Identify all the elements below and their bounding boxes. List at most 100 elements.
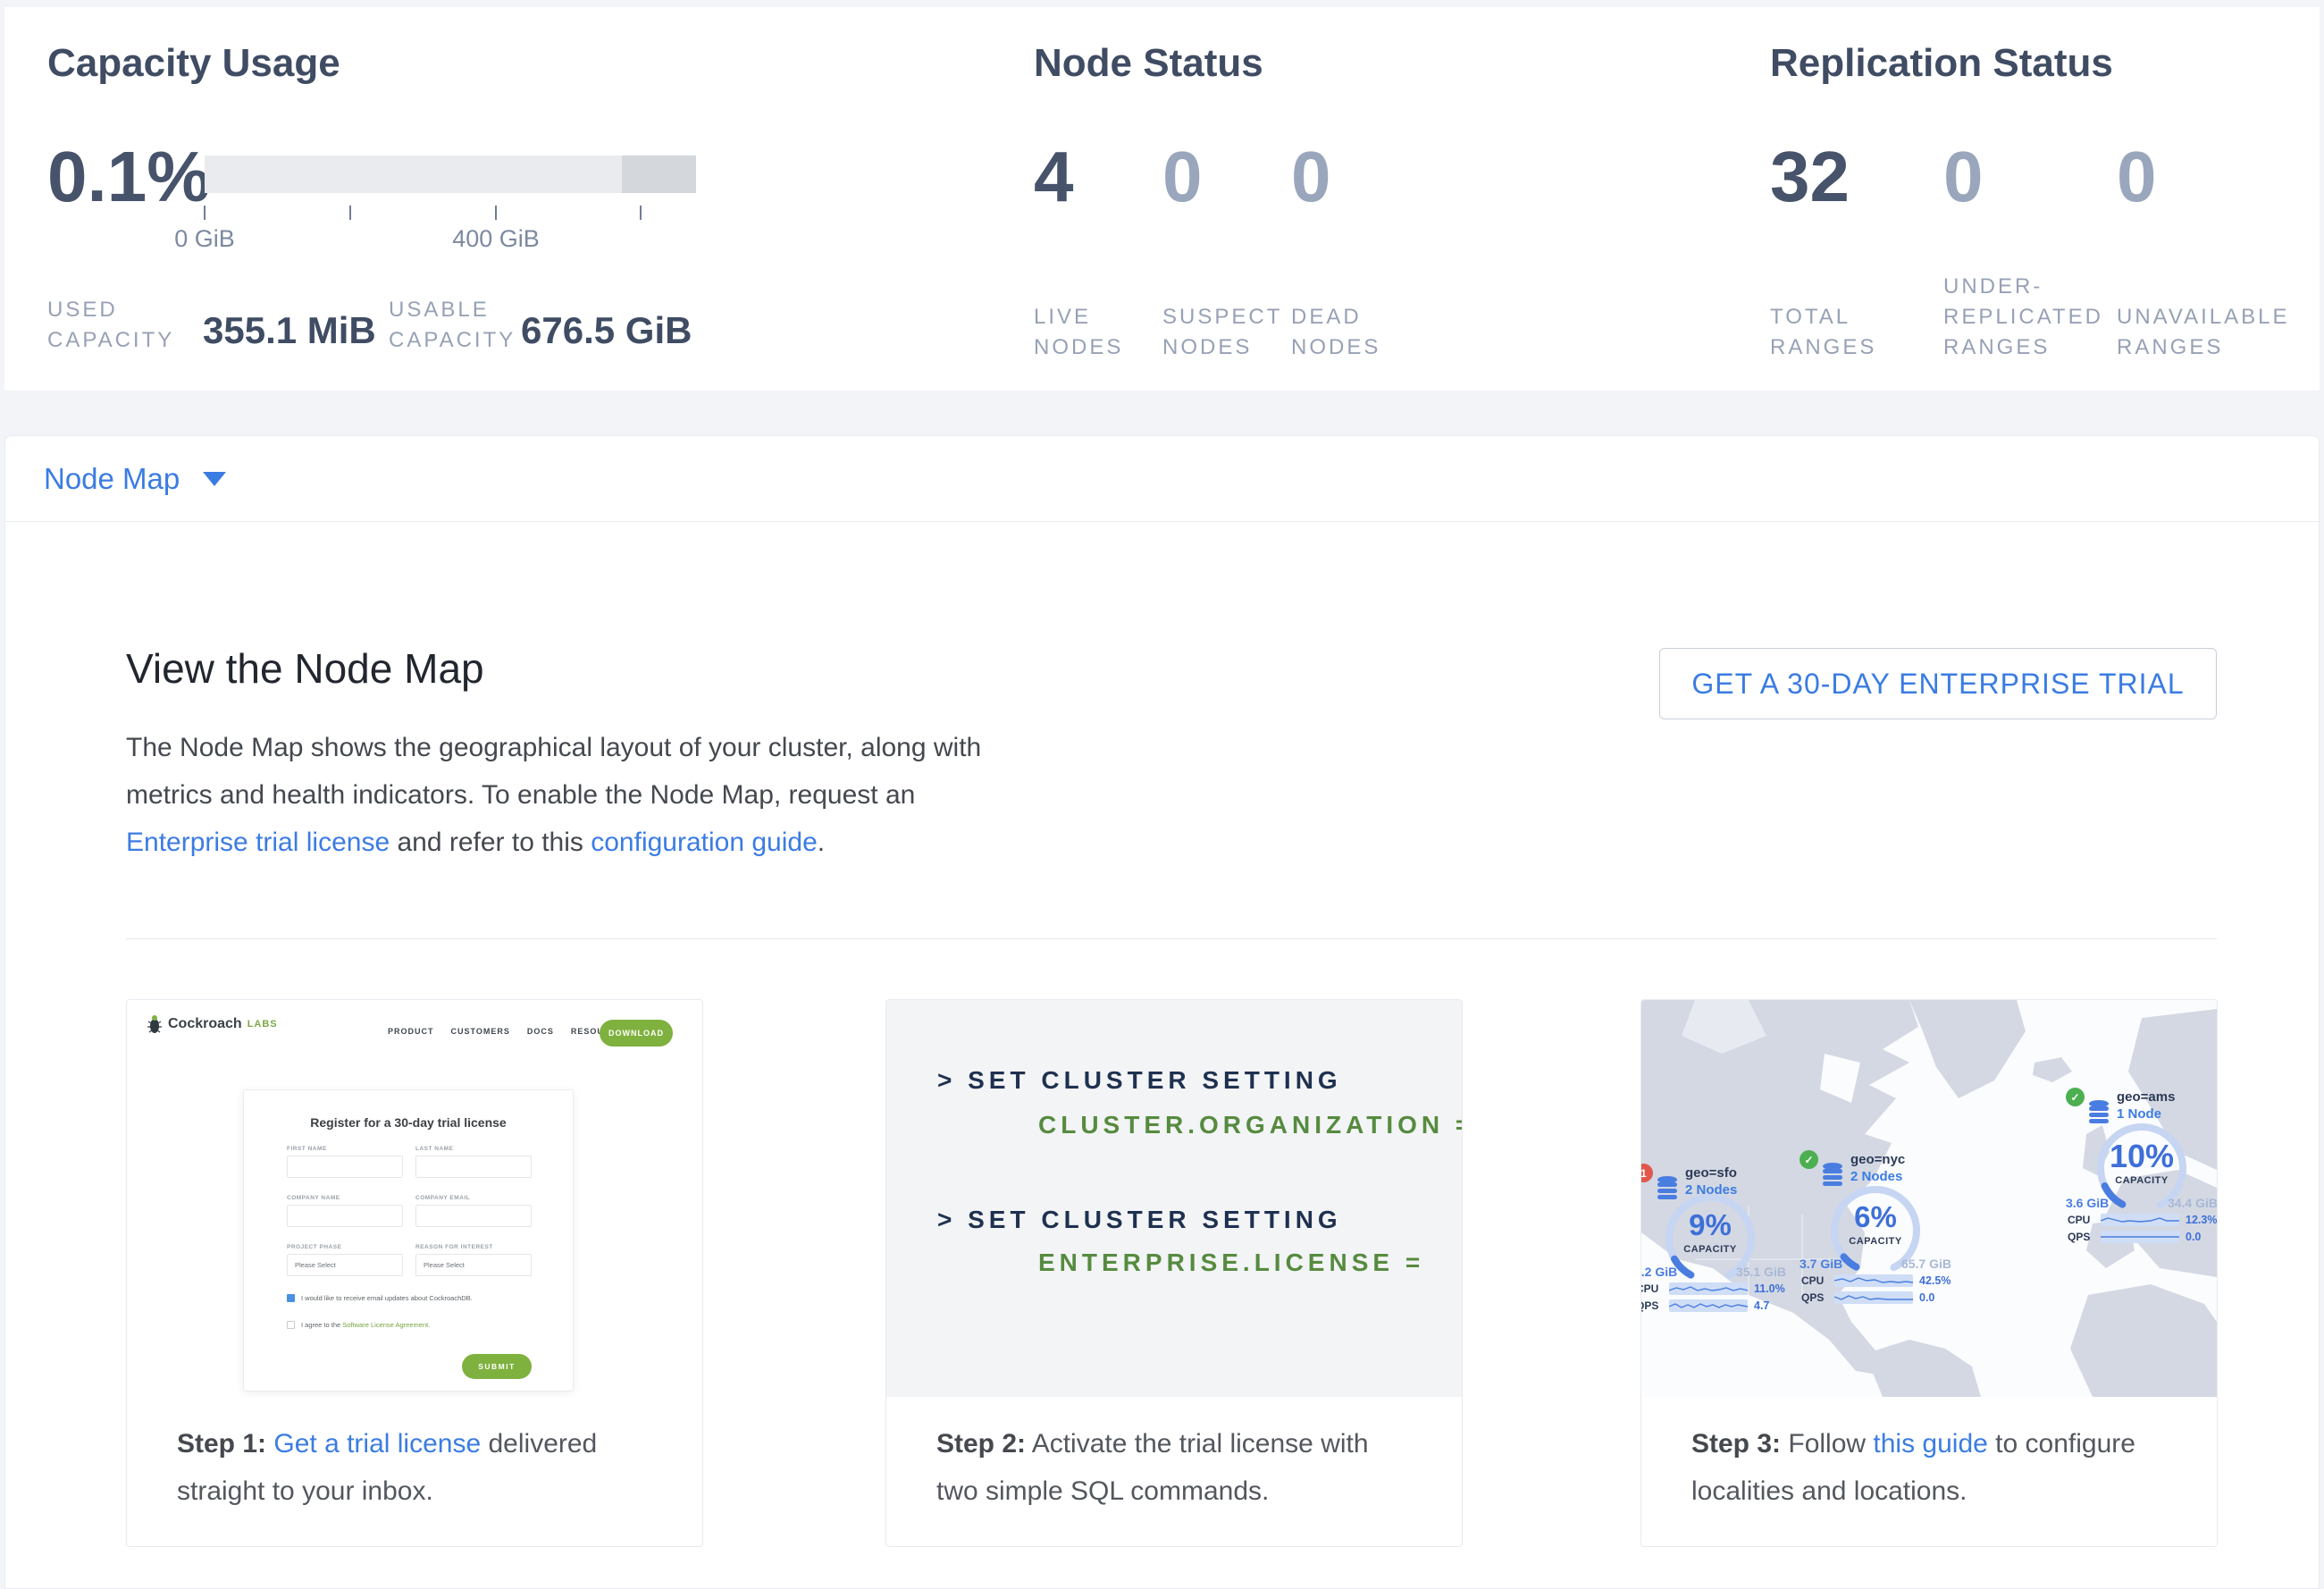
- enterprise-trial-license-link[interactable]: Enterprise trial license: [126, 828, 390, 857]
- step1-prefix: Step 1:: [177, 1429, 266, 1459]
- qps-label: QPS: [2068, 1231, 2094, 1243]
- capacity-caption: CAPACITY: [2093, 1175, 2191, 1186]
- total-ranges-value: 32: [1770, 141, 1904, 213]
- capacity-percent: 10%: [2093, 1138, 2191, 1175]
- brand-suffix: LABS: [248, 1019, 278, 1030]
- step2-prefix: Step 2:: [936, 1429, 1026, 1459]
- configuration-guide-link[interactable]: configuration guide: [591, 828, 818, 857]
- node-map-dropdown[interactable]: Node Map: [44, 462, 226, 496]
- capacity-axis-label-0: 0 GiB: [133, 225, 276, 253]
- healthy-badge: ✓: [1800, 1150, 1818, 1169]
- nav-product[interactable]: PRODUCT: [388, 1027, 434, 1036]
- cpu-value: 42.5%: [1919, 1274, 1951, 1287]
- capacity-axis-label-400: 400 GiB: [424, 225, 567, 253]
- capacity-axis-tick: [349, 206, 351, 220]
- sql-commands-illustration: > SET CLUSTER SETTING CLUSTER.ORGANIZATI…: [886, 1000, 1462, 1397]
- live-nodes-value: 4: [1034, 141, 1152, 213]
- capacity-axis-tick: [204, 206, 206, 220]
- qps-value: 0.0: [1919, 1291, 1934, 1304]
- unavailable-ranges-label: UNAVAILABLE RANGES: [2117, 302, 2282, 363]
- capacity-used: 3.6 GiB: [2066, 1196, 2109, 1210]
- dead-nodes-value: 0: [1291, 141, 1409, 213]
- company-email-label: COMPANY EMAIL: [415, 1195, 532, 1201]
- project-phase-select[interactable]: Please Select: [287, 1254, 403, 1276]
- software-license-agreement-link[interactable]: Software License Agreement.: [342, 1321, 430, 1329]
- healthy-badge: ✓: [2066, 1088, 2085, 1106]
- license-agreement-checkbox-row: I agree to the Software License Agreemen…: [287, 1321, 537, 1329]
- email-updates-checkbox[interactable]: [287, 1294, 295, 1302]
- node-map-illustration: 1 geo=sfo 2 Nodes 9% CAPAC: [1641, 1000, 2217, 1397]
- nav-customers[interactable]: CUSTOMERS: [451, 1027, 510, 1036]
- get-trial-license-link[interactable]: Get a trial license: [273, 1429, 481, 1459]
- qps-sparkline: [1669, 1299, 1748, 1312]
- this-guide-link[interactable]: this guide: [1873, 1429, 1987, 1459]
- reason-for-interest-label: REASON FOR INTEREST: [415, 1244, 532, 1250]
- total-ranges-label: TOTAL RANGES: [1770, 302, 1904, 363]
- form-title: Register for a 30-day trial license: [244, 1115, 573, 1130]
- page-title: View the Node Map: [126, 644, 484, 693]
- company-name-input[interactable]: [287, 1205, 403, 1227]
- view-selector-bar: Node Map: [5, 436, 2319, 522]
- last-name-label: LAST NAME: [415, 1146, 532, 1152]
- company-name-label: COMPANY NAME: [287, 1195, 403, 1201]
- download-button[interactable]: DOWNLOAD: [600, 1020, 673, 1047]
- submit-button[interactable]: SUBMIT: [462, 1354, 532, 1379]
- under-replicated-ranges-label: UNDER-REPLICATED RANGES: [1943, 272, 2109, 363]
- step3-card: 1 geo=sfo 2 Nodes 9% CAPAC: [1640, 999, 2218, 1547]
- replication-status-title: Replication Status: [1770, 41, 2113, 86]
- email-updates-checkbox-row: I would like to receive email updates ab…: [287, 1294, 537, 1302]
- cpu-label: CPU: [2068, 1214, 2094, 1226]
- cpu-value: 11.0%: [1754, 1282, 1785, 1295]
- cpu-value: 12.3%: [2186, 1214, 2217, 1226]
- capacity-axis-tick: [495, 206, 497, 220]
- step3-caption: Step 3: Follow this guide to configure l…: [1641, 1397, 2217, 1546]
- suspect-nodes-label: SUSPECT NODES: [1162, 302, 1288, 363]
- cpu-sparkline: [1834, 1274, 1913, 1287]
- sql-set-cluster-setting-1: > SET CLUSTER SETTING: [937, 1066, 1342, 1095]
- live-nodes-stat: 4 LIVE NODES: [1034, 141, 1152, 363]
- unavailable-ranges-stat: 0 UNAVAILABLE RANGES: [2117, 141, 2282, 363]
- node-map-description: The Node Map shows the geographical layo…: [126, 724, 993, 866]
- cpu-sparkline: [1669, 1282, 1748, 1295]
- usable-capacity-value: 676.5 GiB: [521, 309, 692, 352]
- step1-card: Cockroach LABS PRODUCT CUSTOMERS DOCS RE…: [126, 999, 703, 1547]
- capacity-usage-percent: 0.1%: [47, 141, 210, 213]
- under-replicated-ranges-value: 0: [1943, 141, 2109, 213]
- usable-capacity-label: USABLE CAPACITY: [389, 295, 541, 356]
- cpu-label: CPU: [1801, 1274, 1828, 1287]
- last-name-input[interactable]: [415, 1156, 532, 1178]
- capacity-total: 35.1 GiB: [1736, 1265, 1786, 1279]
- license-agreement-checkbox[interactable]: [287, 1321, 295, 1329]
- capacity-total: 34.4 GiB: [2168, 1196, 2217, 1210]
- section-divider: [126, 938, 2217, 939]
- qps-value: 4.7: [1754, 1299, 1769, 1312]
- trial-registration-form: Register for a 30-day trial license FIRS…: [243, 1089, 574, 1391]
- total-ranges-stat: 32 TOTAL RANGES: [1770, 141, 1904, 363]
- capacity-caption: CAPACITY: [1826, 1236, 1925, 1247]
- capacity-axis-tick: [640, 206, 642, 220]
- email-updates-text: I would like to receive email updates ab…: [301, 1294, 473, 1302]
- suspect-nodes-value: 0: [1162, 141, 1288, 213]
- capacity-used: 3.7 GiB: [1800, 1257, 1842, 1271]
- unavailable-ranges-value: 0: [2117, 141, 2282, 213]
- capacity-usage-bar: [205, 156, 696, 193]
- cpu-sparkline: [2101, 1214, 2179, 1226]
- capacity-used: 3.2 GiB: [1641, 1265, 1677, 1279]
- qps-label: QPS: [1801, 1291, 1828, 1304]
- step1-caption: Step 1: Get a trial license delivered st…: [127, 1397, 702, 1546]
- nav-docs[interactable]: DOCS: [527, 1027, 554, 1036]
- locality-name: geo=sfo: [1685, 1165, 1737, 1181]
- cluster-summary-panel: Capacity Usage 0.1% 0 GiB 400 GiB USED C…: [4, 7, 2320, 391]
- company-email-input[interactable]: [415, 1205, 532, 1227]
- description-text: The Node Map shows the geographical layo…: [126, 733, 981, 810]
- capacity-percent: 6%: [1826, 1200, 1925, 1234]
- description-text: .: [818, 828, 825, 857]
- step2-card: > SET CLUSTER SETTING CLUSTER.ORGANIZATI…: [885, 999, 1463, 1547]
- reason-for-interest-select[interactable]: Please Select: [415, 1254, 532, 1276]
- enterprise-trial-button[interactable]: GET A 30-DAY ENTERPRISE TRIAL: [1659, 648, 2217, 719]
- cockroach-bug-icon: [147, 1014, 163, 1034]
- description-text: and refer to this: [390, 828, 591, 857]
- locality-name: geo=nyc: [1850, 1152, 1905, 1167]
- first-name-input[interactable]: [287, 1156, 403, 1178]
- capacity-percent: 9%: [1661, 1208, 1759, 1242]
